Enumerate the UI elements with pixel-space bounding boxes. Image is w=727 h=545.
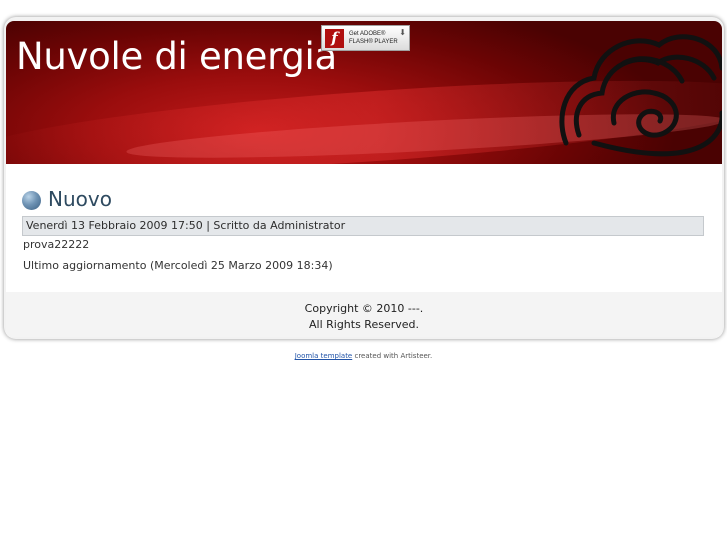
article-body: prova22222 bbox=[23, 238, 90, 251]
site-header: Nuvole di energia f Get ADOBE® FLASH® PL… bbox=[6, 21, 722, 164]
rights-line: All Rights Reserved. bbox=[308, 318, 420, 331]
copyright-notice: Copyright © 2010 ---. All Rights Reserve… bbox=[6, 301, 722, 333]
article-meta: Venerdì 13 Febbraio 2009 17:50 | Scritto… bbox=[22, 216, 704, 236]
download-arrow-icon: ⬇ bbox=[399, 28, 406, 37]
flash-badge-text: Get ADOBE® FLASH® PLAYER bbox=[349, 31, 398, 45]
main-content: Nuovo Venerdì 13 Febbraio 2009 17:50 | S… bbox=[6, 164, 722, 292]
globe-bullet-icon bbox=[22, 191, 41, 210]
flash-logo-icon: f bbox=[325, 29, 344, 48]
page-container: Nuvole di energia f Get ADOBE® FLASH® PL… bbox=[4, 17, 724, 339]
credit-text: created with Artisteer. bbox=[352, 352, 433, 360]
spiral-cloud-logo bbox=[559, 34, 722, 157]
last-updated: Ultimo aggiornamento (Mercoledì 25 Marzo… bbox=[23, 259, 333, 272]
copyright-line: Copyright © 2010 ---. bbox=[304, 302, 424, 315]
site-title[interactable]: Nuvole di energia bbox=[16, 35, 337, 78]
joomla-template-link[interactable]: Joomla template bbox=[295, 352, 353, 360]
flash-player-badge[interactable]: f Get ADOBE® FLASH® PLAYER ⬇ bbox=[321, 25, 410, 51]
template-credit: Joomla template created with Artisteer. bbox=[0, 352, 727, 360]
site-footer: Copyright © 2010 ---. All Rights Reserve… bbox=[6, 292, 722, 337]
